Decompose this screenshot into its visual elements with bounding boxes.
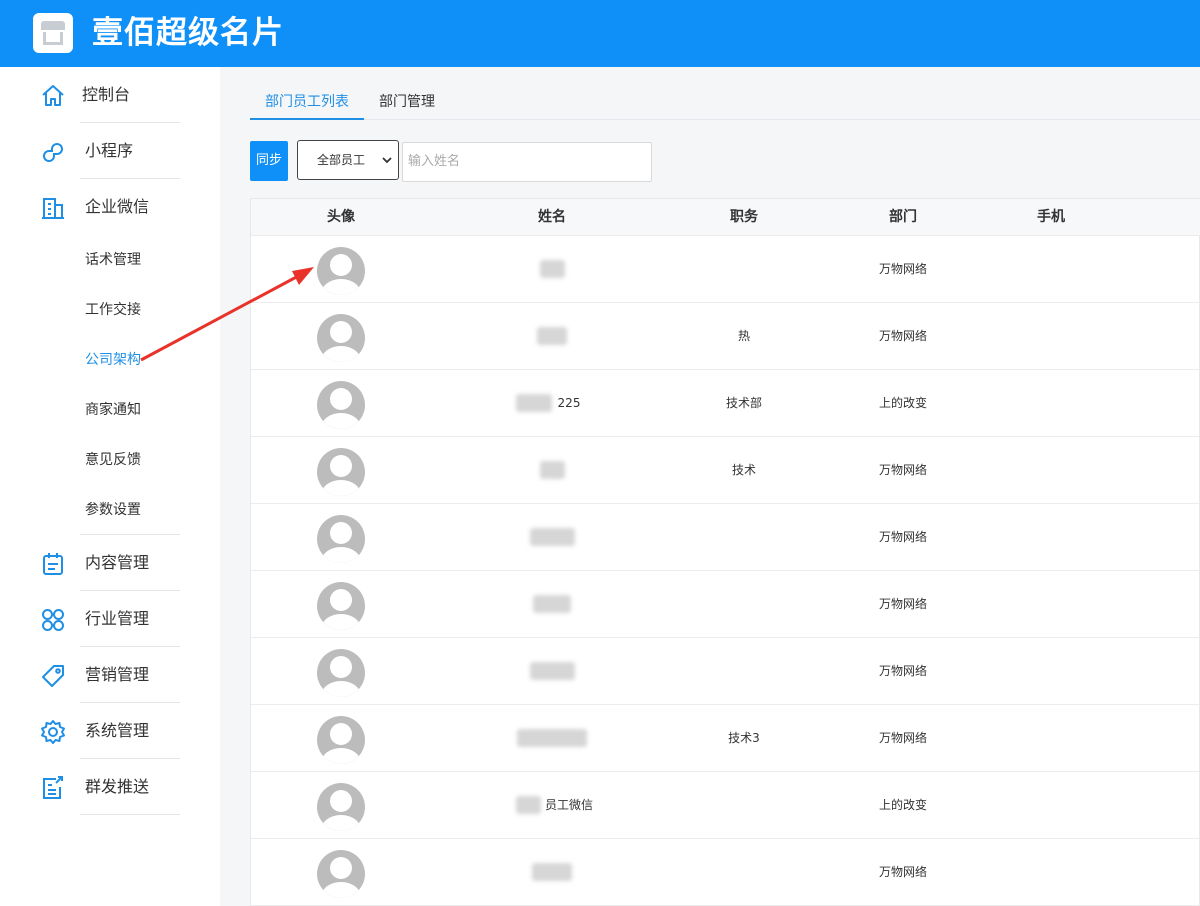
avatar [317, 850, 365, 898]
avatar [317, 582, 365, 630]
sync-button[interactable]: 同步 [250, 141, 288, 181]
table-row[interactable]: 技术 万物网络 [251, 437, 1200, 504]
sidebar-item-label: 控制台 [82, 85, 131, 104]
sidebar-sub-handover[interactable]: 工作交接 [85, 300, 141, 320]
redacted-name [532, 863, 572, 881]
table-header: 头像 姓名 职务 部门 手机 [251, 199, 1200, 236]
avatar [317, 515, 365, 563]
redacted-name [516, 394, 552, 412]
store-logo-icon [33, 13, 73, 53]
employee-filter-select[interactable]: 全部员工 [297, 140, 399, 180]
sidebar-item-wecom[interactable]: 企业微信 [0, 179, 220, 235]
redacted-name [539, 461, 565, 479]
redacted-name [537, 327, 567, 345]
tab-bar: 部门员工列表 部门管理 [250, 87, 1200, 120]
avatar [317, 448, 365, 496]
sidebar-item-label: 小程序 [85, 141, 134, 160]
building-icon [42, 198, 64, 219]
sidebar-sub-org-structure[interactable]: 公司架构 [85, 350, 141, 370]
avatar [317, 783, 365, 831]
avatar [317, 314, 365, 362]
column-header-department: 部门 [889, 209, 917, 225]
cell-department: 万物网络 [878, 262, 928, 276]
sidebar-item-label: 系统管理 [85, 721, 150, 740]
table-row[interactable]: 热 万物网络 [251, 303, 1200, 370]
cell-department: 万物网络 [878, 664, 928, 678]
redacted-name [529, 528, 575, 546]
redacted-name [516, 796, 541, 814]
avatar [317, 716, 365, 764]
tab-employee-list[interactable]: 部门员工列表 [265, 92, 349, 112]
table-row[interactable]: 万物网络 [251, 638, 1200, 705]
sidebar-item-system[interactable]: 系统管理 [0, 703, 220, 759]
sidebar-sub-feedback[interactable]: 意见反馈 [85, 450, 141, 470]
column-header-phone: 手机 [1037, 209, 1065, 225]
cell-department: 万物网络 [878, 530, 928, 544]
cell-department: 万物网络 [878, 731, 928, 745]
clipboard-icon [43, 553, 63, 575]
sidebar-item-industry[interactable]: 行业管理 [0, 591, 220, 647]
sidebar-item-broadcast[interactable]: 群发推送 [0, 759, 220, 815]
cell-department: 上的改变 [878, 798, 928, 812]
sidebar-item-dashboard[interactable]: 控制台 [0, 67, 220, 123]
sidebar-item-label: 企业微信 [85, 197, 150, 216]
cell-department: 万物网络 [878, 329, 928, 343]
redacted-name [529, 662, 575, 680]
cell-department: 万物网络 [878, 463, 928, 477]
table-row[interactable]: 万物网络 [251, 504, 1200, 571]
column-header-avatar: 头像 [327, 209, 355, 225]
avatar [317, 247, 365, 295]
gear-icon [41, 720, 65, 744]
tag-icon [42, 665, 64, 687]
link-icon [42, 142, 64, 162]
avatar [317, 649, 365, 697]
home-icon [42, 85, 64, 106]
cell-title: 技术部 [725, 396, 763, 410]
redacted-name [533, 595, 571, 613]
table-row[interactable]: 员工微信 上的改变 [251, 772, 1200, 839]
table-row[interactable]: 技术3 万物网络 [251, 705, 1200, 772]
sidebar-sub-merchant-notice[interactable]: 商家通知 [85, 400, 141, 420]
chevron-down-icon [382, 157, 392, 164]
sidebar-item-miniprogram[interactable]: 小程序 [0, 123, 220, 179]
sidebar-sub-settings[interactable]: 参数设置 [85, 500, 141, 520]
employee-table: 头像 姓名 职务 部门 手机 万物网络热万物网络 225 技术部 上的改变 技术 万物网络… [250, 198, 1200, 906]
column-header-name: 姓名 [538, 209, 566, 225]
table-row[interactable]: 225 技术部 上的改变 [251, 370, 1200, 437]
cell-title: 技术3 [728, 731, 760, 745]
sidebar-item-marketing[interactable]: 营销管理 [0, 647, 220, 703]
redacted-name [539, 260, 565, 278]
cell-title: 技术 [731, 463, 757, 477]
column-header-title: 职务 [730, 209, 758, 225]
cell-department: 万物网络 [878, 865, 928, 879]
top-bar: 壹佰超级名片 [0, 0, 1200, 67]
table-row[interactable]: 万物网络 [251, 571, 1200, 638]
cell-department: 万物网络 [878, 597, 928, 611]
redacted-name [517, 729, 587, 747]
sidebar-item-label: 营销管理 [85, 665, 150, 684]
apps-icon [42, 609, 64, 631]
tab-department-manage[interactable]: 部门管理 [379, 92, 435, 112]
table-row[interactable]: 万物网络 [251, 839, 1200, 906]
name-search-input[interactable]: 输入姓名 [402, 142, 652, 182]
table-row[interactable]: 万物网络 [251, 236, 1200, 303]
avatar [317, 381, 365, 429]
sidebar-item-label: 行业管理 [85, 609, 150, 628]
cell-department: 上的改变 [878, 396, 928, 410]
cell-name: 员工微信 [544, 798, 594, 812]
sidebar-item-label: 内容管理 [85, 553, 150, 572]
cell-title: 热 [737, 329, 751, 343]
sidebar: 控制台 小程序 企业微信 话术管理 工作交接 公司架构 商家通知 意见反馈 参数… [0, 67, 220, 906]
select-value: 全部员工 [317, 153, 366, 167]
cell-name: 225 [557, 396, 581, 410]
sidebar-item-content[interactable]: 内容管理 [0, 535, 220, 591]
broadcast-icon [43, 776, 63, 799]
app-title: 壹佰超级名片 [92, 15, 284, 51]
divider [80, 814, 180, 815]
sidebar-sub-script[interactable]: 话术管理 [85, 250, 141, 270]
sidebar-item-label: 群发推送 [85, 777, 150, 796]
main-content: 部门员工列表 部门管理 同步 全部员工 输入姓名 头像 姓名 职务 部门 手机 … [220, 67, 1200, 906]
tab-active-indicator [250, 118, 364, 120]
